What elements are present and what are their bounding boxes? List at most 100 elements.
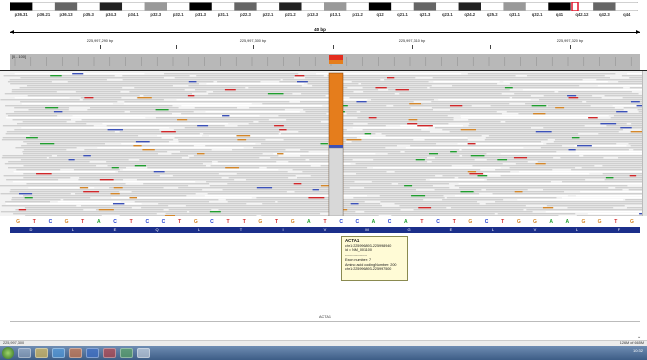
ruler-tick-label: 225,997,310 bp xyxy=(398,39,426,43)
amino-acid: V xyxy=(323,227,327,232)
amino-acid: V xyxy=(533,227,537,232)
folder-icon[interactable] xyxy=(35,348,48,358)
status-position: 225,997,300 xyxy=(3,341,25,345)
cytoband xyxy=(211,2,235,11)
ruler-tick xyxy=(253,45,254,49)
cytoband xyxy=(279,2,302,11)
ruler-tick-label: 225,997,300 bp xyxy=(239,39,267,43)
reference-base: T xyxy=(452,219,456,225)
cytoband-label: q23.1 xyxy=(441,12,453,17)
status-memory: 126M of 665M xyxy=(619,341,644,345)
cytoband xyxy=(458,2,481,11)
amino-acid: L xyxy=(575,227,579,232)
cytoband-label: p36.13 xyxy=(59,12,73,17)
reference-base: C xyxy=(145,219,150,225)
ruler-right-arrow-icon xyxy=(636,30,640,34)
amino-acid: L xyxy=(491,227,495,232)
cytoband xyxy=(593,2,616,11)
amino-acid: F xyxy=(617,227,621,232)
reference-base: C xyxy=(436,219,440,225)
reference-base: G xyxy=(581,219,586,225)
amino-acid: D xyxy=(29,227,33,232)
cytoband xyxy=(189,2,212,11)
word-icon[interactable] xyxy=(86,348,99,358)
reference-base: C xyxy=(210,219,214,225)
reference-base: A xyxy=(549,219,553,225)
reference-base: A xyxy=(403,219,408,225)
igv-icon[interactable] xyxy=(137,348,150,358)
reference-base: T xyxy=(81,219,85,225)
cytoband-label: q31.1 xyxy=(509,12,520,17)
cytoband xyxy=(324,2,347,11)
reference-base: G xyxy=(597,219,602,225)
cytoband xyxy=(436,2,459,11)
cytoband-label: q42.3 xyxy=(598,12,610,17)
reads-scrollbar[interactable] xyxy=(642,71,647,216)
gene-track-line[interactable] xyxy=(10,321,640,322)
coverage-track[interactable] xyxy=(10,54,640,70)
coverage-range-label: [0 - 100] xyxy=(12,55,26,59)
cytoband-label: p35.3 xyxy=(83,12,94,17)
cytoband-label: q21.3 xyxy=(419,12,431,17)
reference-base: C xyxy=(113,219,117,225)
cytoband-label: q32.1 xyxy=(531,12,543,17)
gene-tooltip: ACTA1 chr1:225996893-225998940 id = NM_0… xyxy=(341,236,408,281)
cytoband xyxy=(503,2,526,11)
terminal-icon[interactable] xyxy=(120,348,133,358)
cytoband-label: p21.2 xyxy=(284,12,296,17)
cytoband xyxy=(144,2,167,11)
reference-base: G xyxy=(468,219,473,225)
cytoband xyxy=(10,2,33,11)
amino-acid: L xyxy=(197,227,201,232)
reference-base: T xyxy=(226,219,230,225)
cytoband-label: q12 xyxy=(376,12,384,17)
reference-base: T xyxy=(501,219,505,225)
start-menu-icon[interactable] xyxy=(2,347,14,359)
alignment-reads-panel[interactable] xyxy=(0,71,647,216)
media-player-icon[interactable] xyxy=(69,348,82,358)
chromosome-ideogram[interactable] xyxy=(10,2,638,11)
cytoband-label: p11.2 xyxy=(352,12,363,17)
explorer-icon[interactable] xyxy=(18,348,31,358)
reference-base: A xyxy=(371,219,376,225)
cytoband xyxy=(167,2,190,11)
cytoband xyxy=(54,2,78,11)
cytoband-label: q21.1 xyxy=(397,12,408,17)
reference-base: G xyxy=(290,219,295,225)
reference-base: T xyxy=(420,219,424,225)
ruler-tick xyxy=(490,45,491,49)
reference-base: G xyxy=(193,219,198,225)
reference-base: A xyxy=(97,219,101,225)
reference-base: G xyxy=(533,219,537,225)
reference-base: C xyxy=(484,219,489,225)
cytoband-label: p22.1 xyxy=(262,12,274,17)
amino-acid: I xyxy=(282,227,284,232)
cytoband-label: p22.3 xyxy=(240,12,251,17)
paint-icon[interactable] xyxy=(103,348,116,358)
reference-base: T xyxy=(178,219,182,225)
cytoband xyxy=(122,2,145,11)
reference-base: A xyxy=(307,219,311,225)
reference-base: C xyxy=(387,219,392,225)
browser-icon[interactable] xyxy=(52,348,65,358)
amino-acid: T xyxy=(239,227,243,232)
cytoband-label: p31.1 xyxy=(217,12,229,17)
ruler-tick xyxy=(412,45,413,49)
ruler-left-arrow-icon xyxy=(10,30,14,34)
reference-base: G xyxy=(16,219,20,225)
cytoband xyxy=(391,2,414,11)
cytoband-label: p36.31 xyxy=(14,12,28,17)
reference-base: T xyxy=(614,219,618,225)
ruler-tick-label: 225,997,320 bp xyxy=(556,39,584,43)
cytoband xyxy=(548,2,571,11)
amino-acid: G xyxy=(407,227,411,232)
cytoband xyxy=(368,2,392,11)
ruler-tick xyxy=(100,45,101,49)
cytoband-label: q44 xyxy=(623,12,631,17)
ruler-tick xyxy=(570,45,571,49)
gene-name-label: ACTA1 xyxy=(319,315,331,319)
reference-base: G xyxy=(64,219,69,225)
tooltip-line: chr1:225996893-225997500 xyxy=(345,267,392,272)
reference-base: C xyxy=(339,219,343,225)
cytoband-label: p31.3 xyxy=(195,12,206,17)
